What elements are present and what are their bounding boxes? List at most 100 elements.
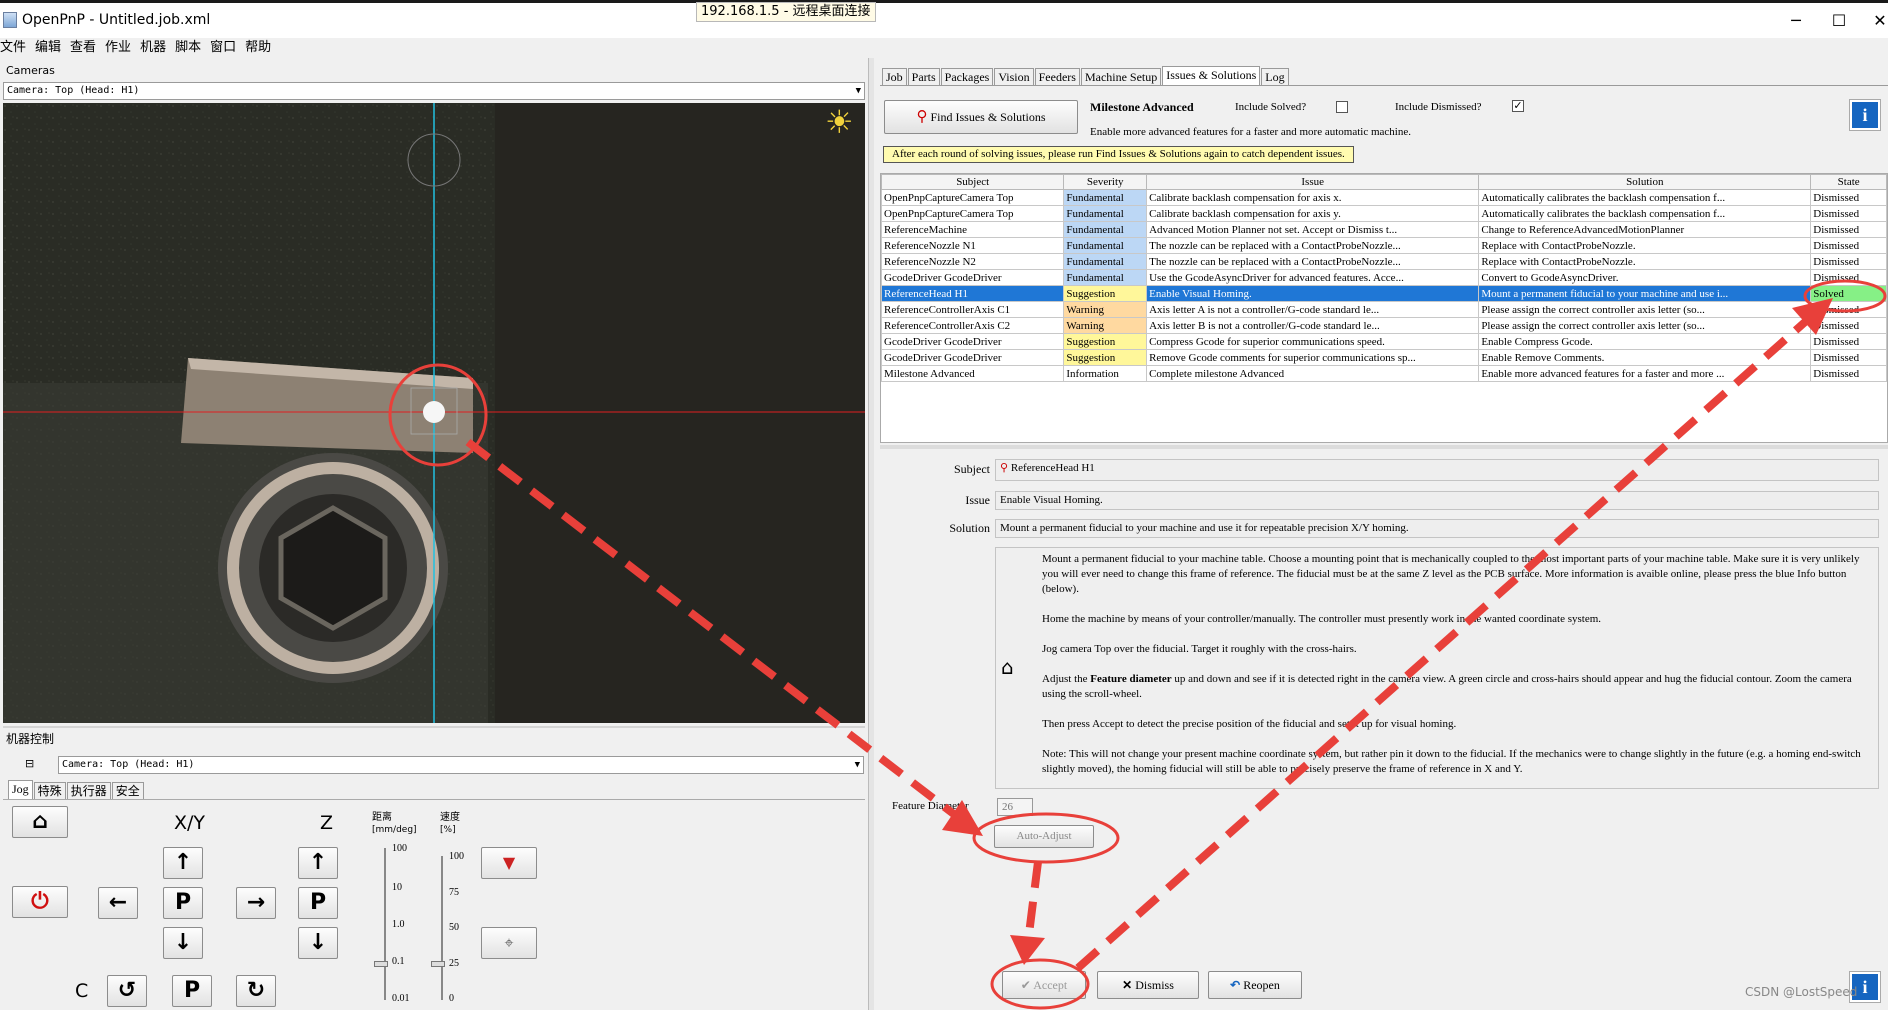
cell-severity: Information — [1063, 365, 1148, 382]
tab-safety[interactable]: 安全 — [111, 782, 144, 799]
jog-camera-select[interactable]: Camera: Top (Head: H1) ▼ — [58, 756, 864, 774]
cell-issue: Axis letter B is not a controller/G-code… — [1146, 317, 1480, 334]
info-button[interactable]: i — [1849, 99, 1881, 131]
feature-diameter-spinner[interactable]: 26 — [997, 798, 1033, 816]
issue-label: Issue — [965, 493, 990, 507]
table-row[interactable]: Milestone Advanced Information Complete mi… — [881, 365, 1887, 382]
arrow-down-icon: ↓ — [308, 930, 328, 955]
menu-file[interactable]: 文件 — [0, 38, 26, 58]
camera-target-icon: ⌖ — [504, 933, 514, 952]
table-row[interactable]: ReferenceNozzle N1 Fundamental The nozzle … — [881, 237, 1887, 254]
home-button[interactable]: ⌂ — [12, 806, 68, 838]
subject-label: Subject — [954, 462, 990, 476]
camera-select[interactable]: Camera: Top (Head: H1) ▼ — [3, 82, 865, 100]
sun-icon[interactable]: ☀ — [825, 103, 854, 141]
cell-severity: Fundamental — [1063, 189, 1148, 206]
menu-help[interactable]: 帮助 — [245, 38, 271, 58]
distance-slider-thumb[interactable] — [374, 961, 388, 967]
table-row[interactable]: GcodeDriver GcodeDriver Suggestion Compres… — [881, 333, 1887, 350]
check-icon: ✓ — [1513, 99, 1523, 112]
menu-edit[interactable]: 编辑 — [35, 38, 61, 58]
jog-x-minus-button[interactable]: ← — [98, 887, 138, 919]
nozzle-button[interactable]: ▼ — [481, 847, 537, 879]
jog-c-cw-button[interactable]: ↻ — [236, 975, 276, 1007]
minimize-button[interactable]: ─ — [1784, 9, 1808, 33]
splitter[interactable] — [3, 726, 865, 728]
jog-z-minus-button[interactable]: ↓ — [298, 927, 338, 959]
jog-x-plus-button[interactable]: → — [236, 887, 276, 919]
undo-icon: ↶ — [1230, 978, 1241, 992]
cell-solution: Automatically calibrates the backlash co… — [1478, 189, 1812, 206]
tab-jog[interactable]: Jog — [8, 780, 33, 799]
close-button[interactable]: ✕ — [1868, 9, 1888, 33]
camera-select-value: Camera: Top (Head: H1) — [7, 85, 140, 96]
table-row[interactable]: ReferenceMachine Fundamental Advanced Moti… — [881, 221, 1887, 238]
search-icon: ⚲ — [1000, 462, 1009, 474]
column-header[interactable]: Issue — [1146, 174, 1480, 190]
accept-button[interactable]: ✔ Accept — [1002, 971, 1086, 999]
speed-slider-thumb[interactable] — [431, 961, 445, 967]
table-splitter[interactable] — [880, 445, 1888, 449]
include-solved-checkbox[interactable] — [1336, 101, 1348, 113]
table-row[interactable]: OpenPnpCaptureCamera Top Fundamental Calib… — [881, 205, 1887, 222]
table-row[interactable]: ReferenceHead H1 Suggestion Enable Visual … — [881, 285, 1887, 302]
menu-machine[interactable]: 机器 — [140, 38, 166, 58]
speed-slider-track[interactable] — [441, 856, 443, 1000]
distance-slider-track[interactable] — [384, 848, 386, 1000]
maximize-button[interactable]: ☐ — [1827, 9, 1851, 33]
collapse-icon[interactable]: ⊟ — [25, 757, 34, 770]
tab-packages[interactable]: Packages — [940, 68, 994, 85]
find-issues-label: Find Issues & Solutions — [930, 110, 1046, 124]
tab-actuators[interactable]: 执行器 — [66, 782, 111, 799]
table-row[interactable]: GcodeDriver GcodeDriver Suggestion Remove … — [881, 349, 1887, 366]
jog-y-minus-button[interactable]: ↓ — [163, 927, 203, 959]
tab-log[interactable]: Log — [1261, 68, 1289, 85]
cell-solution: Enable Remove Comments. — [1478, 349, 1812, 366]
tab-job[interactable]: Job — [882, 68, 907, 85]
jog-z-plus-button[interactable]: ↑ — [298, 847, 338, 879]
chevron-down-icon: ▼ — [854, 760, 860, 770]
jog-c-ccw-button[interactable]: ↺ — [107, 975, 147, 1007]
auto-adjust-button[interactable]: Auto-Adjust — [994, 825, 1094, 848]
park-z-button[interactable]: P — [298, 887, 338, 919]
tab-special[interactable]: 特殊 — [33, 782, 66, 799]
include-dismissed-checkbox[interactable]: ✓ — [1512, 100, 1524, 112]
table-row[interactable]: ReferenceControllerAxis C1 Warning Axis le… — [881, 301, 1887, 318]
column-header[interactable]: Solution — [1478, 174, 1812, 190]
column-header[interactable]: Subject — [881, 174, 1065, 190]
tab-machine-setup[interactable]: Machine Setup — [1080, 68, 1162, 85]
menu-view[interactable]: 查看 — [70, 38, 96, 58]
power-icon: ⏻ — [31, 889, 49, 914]
menu-scripts[interactable]: 脚本 — [175, 38, 201, 58]
cell-issue: Compress Gcode for superior communicatio… — [1146, 333, 1480, 350]
cell-subject: OpenPnpCaptureCamera Top — [881, 205, 1065, 222]
distance-tick: 100 — [392, 843, 407, 854]
park-c-button[interactable]: P — [172, 975, 212, 1007]
reopen-button[interactable]: ↶ Reopen — [1208, 971, 1302, 999]
power-button[interactable]: ⏻ — [12, 886, 68, 918]
table-row[interactable]: OpenPnpCaptureCamera Top Fundamental Calib… — [881, 189, 1887, 206]
camera-capture-button[interactable]: ⌖ — [481, 927, 537, 959]
tab-parts[interactable]: Parts — [907, 68, 940, 85]
column-header[interactable]: State — [1810, 174, 1887, 190]
cell-solution: Change to ReferenceAdvancedMotionPlanner — [1478, 221, 1812, 238]
find-issues-button[interactable]: ⚲ Find Issues & Solutions — [884, 100, 1078, 134]
cell-subject: ReferenceControllerAxis C2 — [881, 317, 1065, 334]
table-row[interactable]: ReferenceControllerAxis C2 Warning Axis le… — [881, 317, 1887, 334]
dismiss-button[interactable]: ✕ Dismiss — [1097, 971, 1199, 999]
tab-issues-solutions[interactable]: Issues & Solutions — [1162, 66, 1261, 85]
accept-label: Accept — [1033, 978, 1068, 992]
distance-tick: 1.0 — [392, 919, 405, 930]
menu-window[interactable]: 窗口 — [210, 38, 236, 58]
jog-y-plus-button[interactable]: ↑ — [163, 847, 203, 879]
main-splitter[interactable] — [868, 58, 874, 1010]
table-row[interactable]: GcodeDriver GcodeDriver Fundamental Use th… — [881, 269, 1887, 286]
camera-view[interactable]: ☀ — [3, 103, 865, 723]
tab-vision[interactable]: Vision — [994, 68, 1034, 85]
cell-state: Solved — [1810, 285, 1887, 302]
menu-job[interactable]: 作业 — [105, 38, 131, 58]
park-xy-button[interactable]: P — [163, 887, 203, 919]
column-header[interactable]: Severity — [1063, 174, 1148, 190]
tab-feeders[interactable]: Feeders — [1034, 68, 1080, 85]
table-row[interactable]: ReferenceNozzle N2 Fundamental The nozzle … — [881, 253, 1887, 270]
